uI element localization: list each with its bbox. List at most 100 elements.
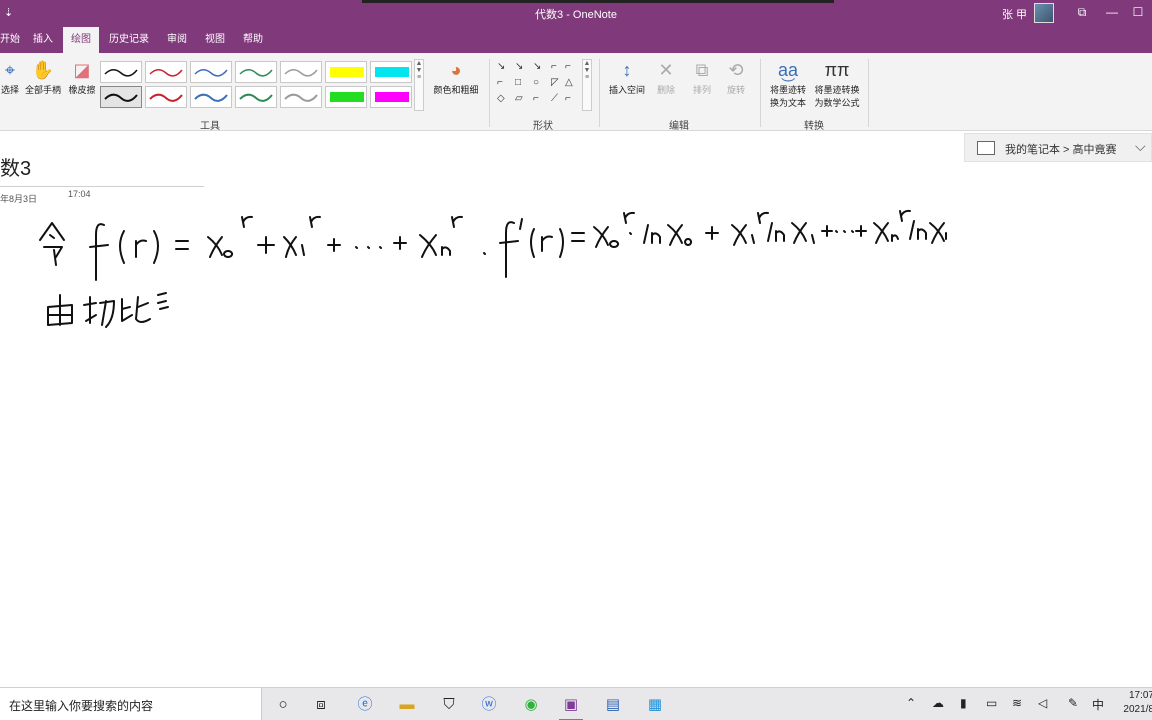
- tab-insert[interactable]: 插入: [28, 27, 58, 53]
- delete-label: 删除: [656, 85, 675, 95]
- cloud-icon[interactable]: ☁: [932, 696, 944, 710]
- wechat-icon[interactable]: ◉: [516, 692, 546, 718]
- shape-rectangle[interactable]: □: [515, 77, 521, 88]
- window-title: 代数3 - OneNote: [535, 9, 617, 21]
- pen-green-2[interactable]: [235, 86, 277, 108]
- store-icon[interactable]: ⛉: [434, 692, 464, 718]
- tab-draw[interactable]: 绘图: [63, 27, 99, 53]
- pen-gallery-scroll[interactable]: ▲ ▼ ≡: [414, 59, 424, 111]
- clock-date: 2021/8: [1123, 704, 1152, 715]
- ink-to-text-button[interactable]: a͜a 将墨迹转 换为文本: [764, 59, 812, 109]
- hand-icon: ✋: [31, 60, 55, 80]
- file-explorer-icon[interactable]: ▬: [392, 692, 422, 718]
- ink-to-math-button[interactable]: ππ 将墨迹转换 为数学公式: [810, 59, 864, 109]
- shape-trapezoid[interactable]: ◸: [551, 77, 559, 88]
- rotate-icon: ⟲: [728, 60, 744, 80]
- pen-workspace-icon[interactable]: ✎: [1068, 696, 1078, 710]
- chevron-down-icon[interactable]: ⌵: [1135, 138, 1146, 155]
- battery-icon[interactable]: ▭: [986, 696, 997, 710]
- select-button[interactable]: ⌖ 选择: [0, 59, 20, 96]
- delete-x-icon: ✕: [658, 60, 674, 80]
- cortana-icon[interactable]: ○: [268, 692, 298, 718]
- avatar[interactable]: [1034, 3, 1054, 23]
- minimize-button[interactable]: —: [1100, 5, 1124, 19]
- eraser-button[interactable]: ◪ 橡皮擦: [64, 59, 100, 96]
- arrange-button[interactable]: ⧉ 排列: [686, 59, 718, 96]
- shape-axis-1[interactable]: ⌐: [551, 61, 557, 72]
- shape-axis-4[interactable]: ⌐: [533, 93, 539, 104]
- edge-browser-icon[interactable]: ⓔ: [350, 692, 380, 718]
- wps-icon[interactable]: ⓦ: [474, 692, 504, 718]
- taskbar-clock[interactable]: 17:07 2021/8: [1116, 689, 1152, 717]
- pen-red-2[interactable]: [145, 86, 187, 108]
- pen-black-1[interactable]: [100, 61, 142, 83]
- taskbar: 在这里输入你要搜索的内容 ○ ⧈ ⓔ ▬ ⛉ ⓦ ◉ ▣ ▤ ▦ ⌃ ☁ ▮ ▭…: [0, 687, 1152, 720]
- task-view-icon[interactable]: ⧈: [306, 692, 336, 718]
- lasso-select-icon: ⌖: [4, 60, 16, 80]
- pen-green-1[interactable]: [235, 61, 277, 83]
- word-icon[interactable]: ▤: [598, 692, 628, 718]
- tab-view[interactable]: 视图: [198, 27, 232, 53]
- ink-to-math-label-1: 将墨迹转换: [814, 85, 860, 95]
- handwritten-ink[interactable]: [0, 195, 1152, 345]
- user-name[interactable]: 张 甲: [1002, 6, 1027, 22]
- highlighter-magenta[interactable]: [370, 86, 412, 108]
- ribbon-display-button[interactable]: ⧉: [1070, 5, 1094, 20]
- ribbon-separator: [489, 59, 490, 127]
- pen-black-2-selected[interactable]: [100, 86, 142, 108]
- highlighter-cyan[interactable]: [370, 61, 412, 83]
- microphone-icon[interactable]: ▮: [960, 696, 967, 710]
- pen-gray-1[interactable]: [280, 61, 322, 83]
- tab-history[interactable]: 历史记录: [104, 27, 154, 53]
- pen-gray-2[interactable]: [280, 86, 322, 108]
- hand-tool-button[interactable]: ✋ 全部手柄: [22, 59, 64, 96]
- notebook-icon: [977, 141, 995, 155]
- ribbon-separator: [760, 59, 761, 127]
- presentation-app-icon[interactable]: ▦: [640, 692, 670, 718]
- shapes-gallery[interactable]: ↘ ↘ ↘ ⌐ ⌐ ⌐ □ ○ ◸ △ ◇ ▱ ⌐ ⟋ ⌐: [495, 59, 579, 113]
- shape-axis-3[interactable]: ⌐: [497, 77, 503, 88]
- shape-parallelogram[interactable]: ▱: [515, 93, 523, 104]
- pen-red-1[interactable]: [145, 61, 187, 83]
- tab-home[interactable]: 开始: [0, 27, 20, 53]
- pen-blue-1[interactable]: [190, 61, 232, 83]
- shape-diamond[interactable]: ◇: [497, 93, 505, 104]
- color-wheel-icon: ◕: [450, 60, 462, 80]
- shape-triangle[interactable]: △: [565, 77, 573, 88]
- tab-help[interactable]: 帮助: [236, 27, 270, 53]
- shape-arrow-3[interactable]: ↘: [533, 61, 541, 72]
- shape-ellipse[interactable]: ○: [533, 77, 539, 88]
- shape-line[interactable]: ⟋: [551, 93, 558, 104]
- insert-space-button[interactable]: ↕ 插入空间: [604, 59, 650, 96]
- maximize-button[interactable]: ☐: [1126, 5, 1150, 19]
- ribbon: ⌖ 选择 ✋ 全部手柄 ◪ 橡皮擦 ▲ ▼ ≡ ◕ 颜色和粗细 工具 ↘ ↘ ↘ ⌐…: [0, 53, 1152, 132]
- tab-review[interactable]: 审阅: [160, 27, 194, 53]
- volume-icon[interactable]: ◁: [1038, 696, 1047, 710]
- rotate-button[interactable]: ⟲ 旋转: [720, 59, 752, 96]
- insert-space-icon: ↕: [622, 60, 632, 80]
- shapes-gallery-scroll[interactable]: ▲ ▼ ≡: [582, 59, 592, 111]
- shapes-group-label: 形状: [533, 121, 553, 132]
- title-underline: [0, 186, 204, 187]
- shape-arrow-1[interactable]: ↘: [497, 61, 505, 72]
- highlighter-yellow[interactable]: [325, 61, 367, 83]
- highlighter-green[interactable]: [325, 86, 367, 108]
- onenote-icon[interactable]: ▣: [556, 692, 586, 720]
- ime-indicator[interactable]: 中: [1092, 696, 1104, 713]
- chevron-up-icon[interactable]: ⌃: [906, 696, 916, 710]
- pen-blue-2[interactable]: [190, 86, 232, 108]
- shape-axis-5[interactable]: ⌐: [565, 93, 571, 104]
- ribbon-separator: [868, 59, 869, 127]
- ribbon-tabs: 开始 插入 绘图 历史记录 审阅 视图 帮助: [0, 27, 1152, 53]
- delete-button[interactable]: ✕ 删除: [650, 59, 682, 96]
- page-title[interactable]: 数3: [0, 152, 31, 181]
- breadcrumb[interactable]: 我的笔记本 > 高中竟赛 ⌵: [964, 133, 1152, 162]
- window-top-strip: [362, 0, 834, 3]
- ink-to-math-icon: ππ: [824, 60, 850, 80]
- clock-time: 17:07: [1128, 690, 1152, 701]
- wifi-icon[interactable]: ≋: [1012, 696, 1022, 710]
- taskbar-search-input[interactable]: 在这里输入你要搜索的内容: [0, 688, 262, 720]
- shape-arrow-2[interactable]: ↘: [515, 61, 523, 72]
- shape-axis-2[interactable]: ⌐: [565, 61, 571, 72]
- color-and-thickness-button[interactable]: ◕ 颜色和粗细: [428, 59, 484, 96]
